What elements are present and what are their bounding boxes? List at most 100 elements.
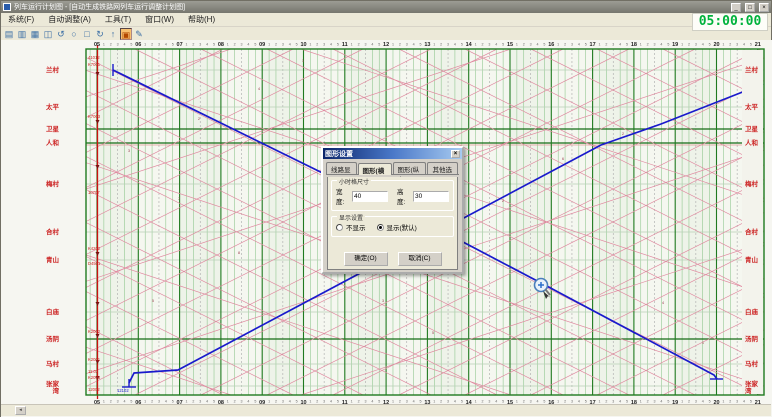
minute-digit-top: 3 [488,43,490,47]
minute-digit-bottom: 1 [185,400,187,404]
minute-digit-bottom: 2 [234,400,236,404]
minute-digit-bottom: 3 [695,400,697,404]
minute-digit-top: 5 [626,43,628,47]
minute-digit-bottom: 3 [488,400,490,404]
minute-digit-bottom: 3 [654,400,656,404]
minute-digit-bottom: 4 [413,400,415,404]
minute-digit-top: 5 [461,43,463,47]
maximize-button[interactable]: □ [745,3,755,12]
new-file-icon[interactable]: ▤ [3,28,15,40]
station-label-left: 张家 [46,379,60,388]
minute-digit-bottom: 1 [309,400,311,404]
scroll-left-button[interactable]: ◂ [15,406,26,415]
minute-digit-bottom: 5 [667,400,669,404]
width-input[interactable] [352,191,388,202]
cancel-button[interactable]: 取消(C) [398,252,442,266]
minute-digit-bottom: 3 [612,400,614,404]
upload-icon[interactable]: ↑ [107,28,119,40]
hour-label-top: 20 [713,42,719,48]
dialog-body: 小时格尺寸 宽度: 高度: 显示设置 不显示 显示(默认) 确定(O) [327,177,458,270]
menu-item-3[interactable]: 窗口(W) [138,13,181,26]
minute-digit-top: 4 [289,43,291,47]
station-label-left: 湾 [53,386,60,395]
minute-digit-bottom: 1 [268,400,270,404]
minute-digit-top: 3 [158,43,160,47]
minute-digit-bottom: 2 [605,400,607,404]
hour-label-top: 07 [177,42,183,48]
menu-item-2[interactable]: 工具(T) [98,13,138,26]
ok-button[interactable]: 确定(O) [344,252,388,266]
dialog-tab-1[interactable]: 图形(横向) [358,163,392,175]
minute-digit-top: 4 [495,43,497,47]
menu-item-4[interactable]: 帮助(H) [181,13,222,26]
menu-item-0[interactable]: 系统(F) [1,13,41,26]
hour-label-top: 08 [218,42,224,48]
train-number-label: 10707 [88,190,100,195]
minute-digit-bottom: 4 [124,400,126,404]
station-label-left: 汤阴 [46,334,60,343]
minute-digit-bottom: 1 [557,400,559,404]
station-label-right: 合村 [744,227,759,236]
minute-digit-top: 2 [192,43,194,47]
bottom-scroll-bar: ◂ [1,404,771,416]
minute-digit-bottom: 5 [461,400,463,404]
minute-digit-bottom: 1 [227,400,229,404]
settings-dialog: 图形设置 × 线路显示图形(横向)图形(纵向)其他选项 小时格尺寸 宽度: 高度… [321,146,464,274]
minute-digit-top: 3 [364,43,366,47]
minute-digit-top: 2 [481,43,483,47]
station-label-right: 白庙 [745,307,759,316]
minute-digit-bottom: 2 [110,400,112,404]
train-number-label: K7003 [88,114,101,119]
minute-digit-bottom: 1 [516,400,518,404]
menu-item-1[interactable]: 自动调整(A) [41,13,98,26]
height-input[interactable] [413,191,449,202]
refresh-icon[interactable]: ↻ [94,28,106,40]
hour-label-top: 18 [631,42,637,48]
minute-digit-bottom: 5 [254,400,256,404]
minute-digit-top: 5 [420,43,422,47]
help-icon[interactable]: ✎ [133,28,145,40]
minute-digit-top: 5 [130,43,132,47]
minute-digit-top: 4 [330,43,332,47]
minute-digit-bottom: 2 [151,400,153,404]
minute-digit-bottom: 4 [495,400,497,404]
minute-digit-bottom: 2 [647,400,649,404]
minute-digit-bottom: 4 [206,400,208,404]
record-icon[interactable]: ○ [68,28,80,40]
minute-digit-top: 4 [660,43,662,47]
dialog-tab-2[interactable]: 图形(纵向) [393,162,427,174]
minute-digit-bottom: 5 [709,400,711,404]
undo-icon[interactable]: ↺ [55,28,67,40]
dialog-title-bar[interactable]: 图形设置 × [323,148,462,159]
minute-digit-bottom: 5 [750,400,752,404]
open-file-icon[interactable]: ▥ [16,28,28,40]
minute-digit-bottom: 2 [316,400,318,404]
radio-hide-label: 不显示 [346,222,366,232]
minute-digit-bottom: 3 [158,400,160,404]
minute-digit-bottom: 5 [213,400,215,404]
radio-hide[interactable] [336,224,343,231]
minute-digit-top: 3 [447,43,449,47]
minute-digit-bottom: 3 [447,400,449,404]
blank-page-icon[interactable]: □ [81,28,93,40]
minimize-button[interactable]: _ [731,3,741,12]
dialog-close-icon[interactable]: × [451,150,460,158]
system-clock: 05:00:00 [692,13,768,31]
dialog-tab-0[interactable]: 线路显示 [326,162,357,174]
dialog-tab-3[interactable]: 其他选项 [427,162,458,174]
minute-digit-bottom: 2 [358,400,360,404]
hour-label-top: 11 [342,42,348,48]
minute-digit-bottom: 5 [172,400,174,404]
minute-digit-bottom: 3 [571,400,573,404]
station-label-left: 马村 [46,359,60,368]
radio-show-default[interactable] [377,224,384,231]
close-button[interactable]: × [759,3,769,12]
diagram-mode-icon[interactable]: ▣ [120,28,132,40]
print-icon[interactable]: ◫ [42,28,54,40]
minute-digit-top: 2 [234,43,236,47]
minute-digit-top: 1 [227,43,229,47]
minute-digit-top: 4 [537,43,539,47]
style-group-label: 显示设置 [337,213,365,222]
station-label-left: 卫星 [46,124,60,133]
save-file-icon[interactable]: ▦ [29,28,41,40]
